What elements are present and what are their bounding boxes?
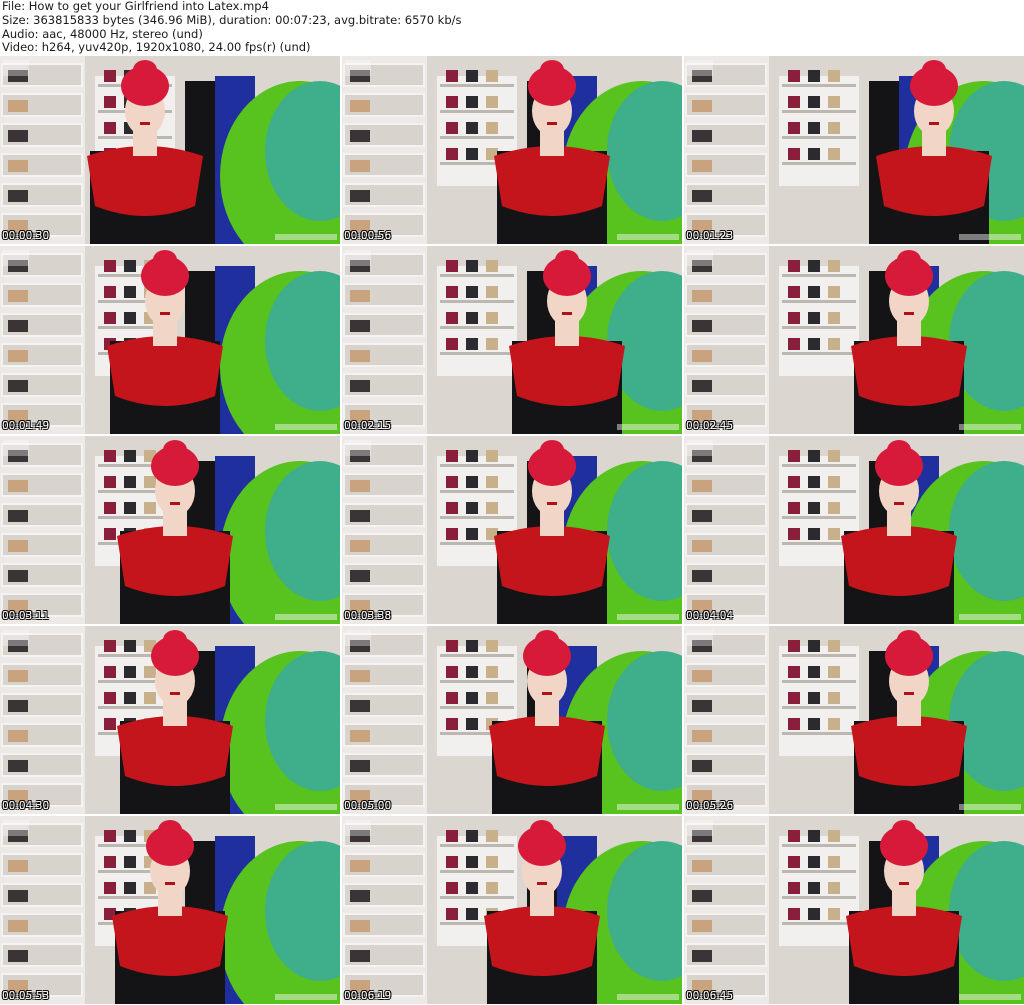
file-size-line: Size: 363815833 bytes (346.96 MiB), dura… xyxy=(2,12,462,27)
file-name-line: File: How to get your Girlfriend into La… xyxy=(2,0,269,13)
frame-timestamp: 00:04:04 xyxy=(686,610,734,622)
file-info-header: File: How to get your Girlfriend into La… xyxy=(2,0,1022,56)
video-info-line: Video: h264, yuv420p, 1920x1080, 24.00 f… xyxy=(2,40,311,55)
video-frame-thumbnail: 00:00:56 xyxy=(342,56,682,244)
video-frame-thumbnail: 00:06:19 xyxy=(342,816,682,1004)
video-frame-thumbnail: 00:02:45 xyxy=(684,246,1024,434)
frame-timestamp: 00:03:38 xyxy=(344,610,392,622)
frame-scene-image xyxy=(0,246,340,434)
video-frame-thumbnail: 00:01:23 xyxy=(684,56,1024,244)
frame-scene-image xyxy=(684,246,1024,434)
frame-scene-image xyxy=(342,436,682,624)
frame-timestamp: 00:05:26 xyxy=(686,800,734,812)
frame-timestamp: 00:01:23 xyxy=(686,230,734,242)
frame-timestamp: 00:05:00 xyxy=(344,800,392,812)
frame-scene-image xyxy=(0,436,340,624)
video-frame-thumbnail: 00:03:11 xyxy=(0,436,340,624)
video-frame-thumbnail: 00:03:38 xyxy=(342,436,682,624)
frame-scene-image xyxy=(0,626,340,814)
video-frame-thumbnail: 00:02:15 xyxy=(342,246,682,434)
video-frame-thumbnail: 00:04:04 xyxy=(684,436,1024,624)
video-frame-thumbnail: 00:00:30 xyxy=(0,56,340,244)
frame-scene-image xyxy=(342,626,682,814)
thumbnail-grid: 00:00:30 00:00:56 00:01:23 00:01:49 00:02:15… xyxy=(0,56,1024,1005)
frame-timestamp: 00:02:15 xyxy=(344,420,392,432)
frame-timestamp: 00:03:11 xyxy=(2,610,50,622)
audio-info-line: Audio: aac, 48000 Hz, stereo (und) xyxy=(2,26,203,41)
frame-scene-image xyxy=(684,56,1024,244)
frame-scene-image xyxy=(0,816,340,1004)
video-frame-thumbnail: 00:05:53 xyxy=(0,816,340,1004)
video-frame-thumbnail: 00:06:45 xyxy=(684,816,1024,1004)
frame-scene-image xyxy=(342,816,682,1004)
frame-scene-image xyxy=(342,246,682,434)
video-frame-thumbnail: 00:05:26 xyxy=(684,626,1024,814)
video-frame-thumbnail: 00:04:30 xyxy=(0,626,340,814)
video-frame-thumbnail: 00:05:00 xyxy=(342,626,682,814)
frame-scene-image xyxy=(684,436,1024,624)
frame-timestamp: 00:02:45 xyxy=(686,420,734,432)
frame-timestamp: 00:04:30 xyxy=(2,800,50,812)
video-frame-thumbnail: 00:01:49 xyxy=(0,246,340,434)
frame-scene-image xyxy=(0,56,340,244)
frame-scene-image xyxy=(342,56,682,244)
frame-scene-image xyxy=(684,626,1024,814)
frame-timestamp: 00:00:56 xyxy=(344,230,392,242)
frame-scene-image xyxy=(684,816,1024,1004)
frame-timestamp: 00:01:49 xyxy=(2,420,50,432)
frame-timestamp: 00:06:19 xyxy=(344,990,392,1002)
frame-timestamp: 00:06:45 xyxy=(686,990,734,1002)
frame-timestamp: 00:00:30 xyxy=(2,230,50,242)
frame-timestamp: 00:05:53 xyxy=(2,990,50,1002)
